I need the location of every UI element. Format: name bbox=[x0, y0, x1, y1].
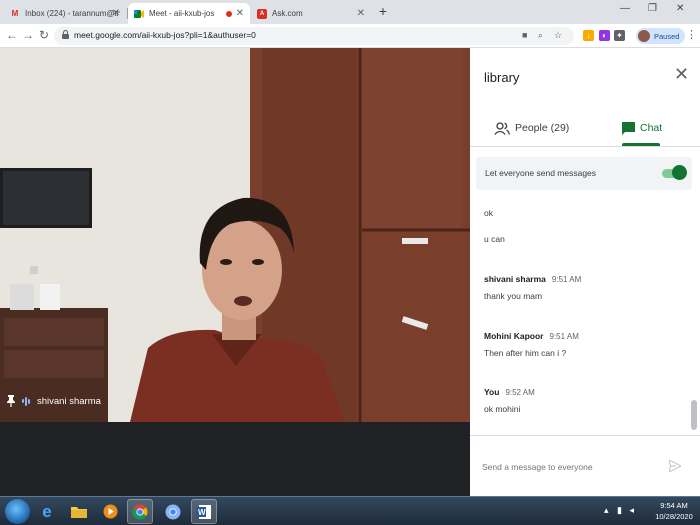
chat-message-header: shivani sharma 9:51 AM bbox=[484, 274, 581, 284]
people-icon bbox=[494, 121, 510, 135]
volume-icon[interactable]: ◂ bbox=[630, 505, 635, 515]
tab-title: Inbox (224) - tarannum@theindi bbox=[25, 9, 120, 18]
panel-title: library bbox=[484, 70, 520, 85]
chat-scrollbar[interactable] bbox=[691, 400, 697, 430]
send-icon[interactable] bbox=[668, 459, 683, 477]
chat-timestamp: 9:51 AM bbox=[551, 275, 582, 284]
camera-icon[interactable]: ■ bbox=[522, 30, 527, 40]
chat-sender: You bbox=[484, 387, 500, 397]
participant-video[interactable]: shivani sharma bbox=[0, 48, 470, 422]
chat-message-text: ok bbox=[484, 208, 493, 218]
tab-people-label: People (29) bbox=[515, 122, 570, 134]
address-bar[interactable]: meet.google.com/aii-kxub-jos?pli=1&authu… bbox=[54, 27, 574, 45]
lock-icon[interactable] bbox=[62, 29, 69, 41]
clock-date: 10/28/2020 bbox=[655, 512, 693, 521]
close-icon[interactable]: ✕ bbox=[357, 8, 365, 19]
bookmark-star-icon[interactable]: ☆ bbox=[554, 30, 562, 41]
tray-arrow-icon[interactable]: ▴ bbox=[604, 505, 609, 515]
tab-meet[interactable]: Meet - aii-kxub-jos ✕ bbox=[128, 3, 250, 24]
chat-sender: shivani sharma bbox=[484, 274, 546, 284]
chat-message-text: thank you mam bbox=[484, 291, 543, 301]
video-frame bbox=[0, 48, 470, 422]
zoom-icon[interactable]: ⌕ bbox=[538, 30, 543, 41]
close-icon[interactable]: ✕ bbox=[674, 65, 689, 83]
chat-sender: Mohini Kapoor bbox=[484, 331, 544, 341]
media-player-icon[interactable] bbox=[97, 499, 123, 524]
chat-message-text: Then after him can i ? bbox=[484, 348, 567, 358]
explorer-icon[interactable] bbox=[66, 499, 92, 524]
forward-icon[interactable]: → bbox=[22, 28, 34, 42]
audio-level-icon bbox=[22, 396, 30, 406]
start-button[interactable] bbox=[5, 499, 30, 524]
profile-status: Paused bbox=[654, 31, 680, 41]
chat-panel: library ✕ People (29) Chat Let everyone … bbox=[470, 48, 700, 496]
extension-puzzle-icon[interactable]: ✦ bbox=[614, 30, 625, 41]
divider bbox=[470, 435, 700, 436]
reload-icon[interactable]: ↻ bbox=[39, 28, 49, 42]
system-tray[interactable]: ▴ ▮ ◂ bbox=[604, 505, 634, 516]
tab-gmail[interactable]: M Inbox (224) - tarannum@theindi ✕ bbox=[4, 3, 126, 24]
avatar bbox=[638, 30, 650, 42]
participant-name: shivani sharma bbox=[37, 395, 101, 407]
restore-icon[interactable]: ❐ bbox=[648, 3, 657, 14]
meet-icon bbox=[134, 9, 144, 19]
allow-messages-label: Let everyone send messages bbox=[485, 168, 597, 178]
close-icon[interactable]: ✕ bbox=[112, 8, 120, 19]
chat-message-text: u can bbox=[484, 234, 505, 244]
network-icon[interactable]: ▮ bbox=[617, 505, 622, 515]
tab-people[interactable]: People (29) bbox=[494, 110, 569, 146]
chat-message-header: Mohini Kapoor 9:51 AM bbox=[484, 331, 579, 341]
chat-message-input[interactable] bbox=[482, 462, 662, 472]
minimize-icon[interactable]: — bbox=[620, 3, 630, 14]
tab-chat[interactable]: Chat bbox=[622, 110, 662, 146]
tab-ask[interactable]: A Ask.com ✕ bbox=[251, 3, 371, 24]
clock-time: 9:54 AM bbox=[660, 501, 688, 510]
ie-icon[interactable]: e bbox=[34, 499, 60, 524]
chat-message-text: ok mohini bbox=[484, 404, 521, 414]
extension-download-icon[interactable]: ↓ bbox=[583, 30, 594, 41]
chat-timestamp: 9:51 AM bbox=[549, 332, 579, 341]
tab-title: Ask.com bbox=[272, 9, 303, 18]
word-icon[interactable]: W bbox=[191, 499, 217, 524]
system-clock[interactable]: 9:54 AM 10/28/2020 bbox=[652, 500, 696, 522]
chat-icon bbox=[622, 121, 635, 135]
participant-name-tag: shivani sharma bbox=[6, 395, 101, 407]
gmail-icon: M bbox=[11, 9, 19, 18]
close-icon[interactable]: ✕ bbox=[236, 8, 244, 19]
chat-timestamp: 9:52 AM bbox=[505, 388, 535, 397]
browser-toolbar: ← → ↻ meet.google.com/aii-kxub-jos?pli=1… bbox=[0, 24, 700, 48]
toggle-knob[interactable] bbox=[672, 165, 687, 180]
windows-taskbar: e W ▴ ▮ ◂ 9:54 AM 10/28/2020 bbox=[0, 496, 700, 525]
recording-indicator-icon bbox=[226, 11, 232, 17]
tab-chat-label: Chat bbox=[640, 122, 663, 134]
window-close-icon[interactable]: ✕ bbox=[676, 3, 684, 14]
pin-icon[interactable] bbox=[6, 395, 16, 407]
new-tab-button[interactable]: + bbox=[376, 4, 390, 19]
chrome-canary-icon[interactable] bbox=[160, 499, 186, 524]
back-icon[interactable]: ← bbox=[6, 28, 18, 42]
url-text: meet.google.com/aii-kxub-jos?pli=1&authu… bbox=[74, 30, 256, 40]
extension-purple-icon[interactable]: ◐ bbox=[599, 30, 610, 41]
browser-tab-strip: M Inbox (224) - tarannum@theindi ✕ Meet … bbox=[0, 0, 700, 24]
ask-icon: A bbox=[257, 8, 267, 19]
profile-button[interactable]: Paused bbox=[636, 28, 686, 44]
svg-text:W: W bbox=[198, 508, 206, 517]
chat-message-header: You 9:52 AM bbox=[484, 387, 535, 397]
browser-menu-icon[interactable]: ⋮ bbox=[686, 28, 697, 41]
allow-messages-setting: Let everyone send messages bbox=[476, 157, 692, 190]
divider bbox=[470, 146, 700, 147]
chrome-icon[interactable] bbox=[127, 499, 153, 524]
tab-title: Meet - aii-kxub-jos bbox=[149, 9, 215, 18]
